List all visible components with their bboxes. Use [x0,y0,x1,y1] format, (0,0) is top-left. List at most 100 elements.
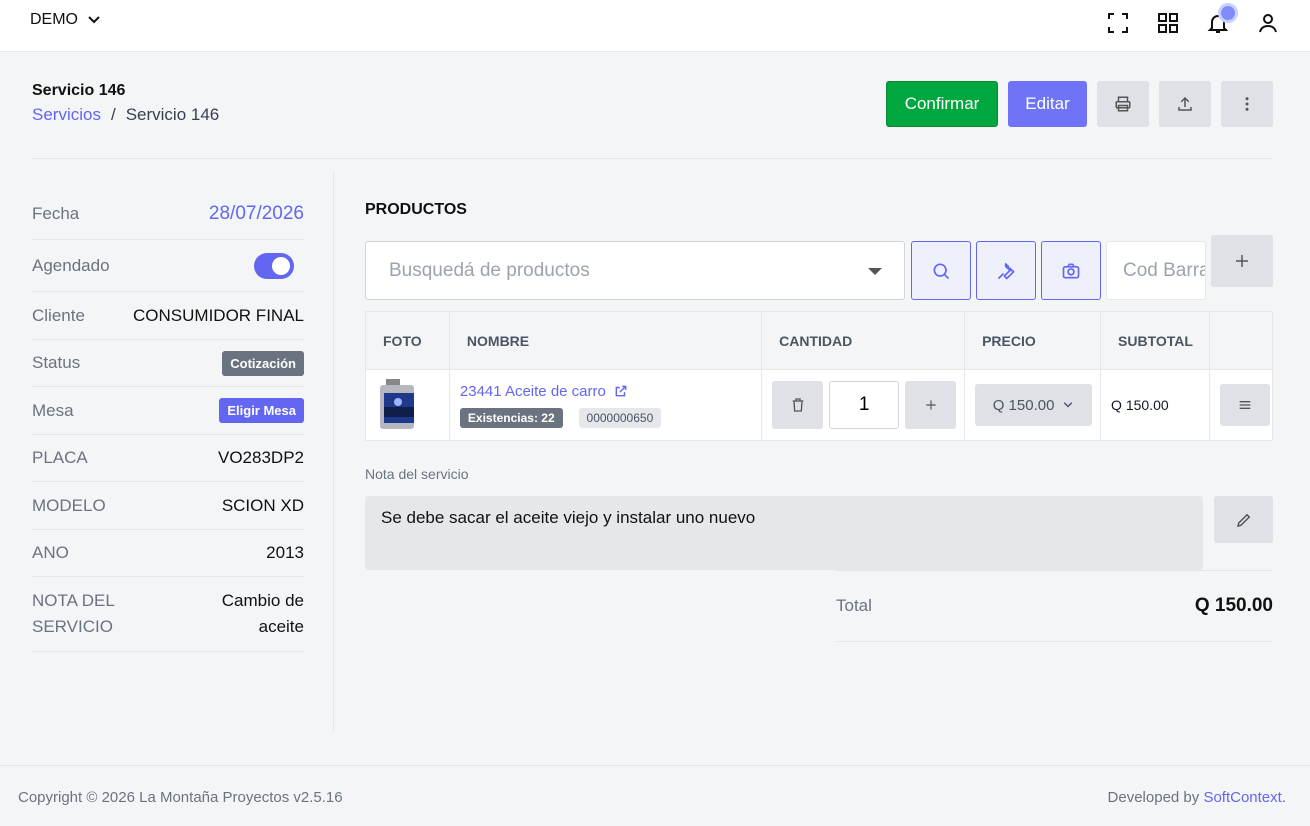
total-value: Q 150.00 [1194,595,1273,616]
detail-label: ANO [32,543,69,562]
breadcrumb-separator: / [110,105,116,124]
column-divider [333,170,334,732]
increase-quantity-button[interactable] [905,381,957,429]
placa-value: VO283DP2 [218,448,304,467]
user-icon[interactable] [1256,11,1280,35]
col-nombre: NOMBRE [448,311,763,370]
footer: Copyright © 2026 La Montaña Proyectos v2… [0,765,1310,826]
detail-placa: PLACA VO283DP2 [32,435,304,482]
detail-label: Mesa [32,400,74,420]
quantity-stepper [772,381,964,429]
header-actions: Confirmar Editar [886,81,1273,127]
detail-agendado: Agendado [32,240,304,292]
col-actions [1208,311,1274,370]
col-foto: FOTO [365,311,450,370]
barcode-input[interactable] [1106,241,1206,300]
product-name-cell: 23441 Aceite de carro Existencias: 22 00… [448,369,763,441]
total-label: Total [836,596,872,615]
col-cantidad: CANTIDAD [761,311,966,370]
row-actions-cell [1208,369,1274,441]
detail-modelo: MODELO SCION XD [32,482,304,530]
camera-icon [1062,263,1080,278]
detail-fecha: Fecha 28/07/2026 [32,188,304,240]
more-options-button[interactable] [1221,81,1273,127]
notification-dot [1218,3,1238,23]
detail-label: NOTA DEL SERVICIO [32,591,115,636]
col-subtotal: SUBTOTAL [1100,311,1210,370]
service-details: Fecha 28/07/2026 Agendado Cliente CONSUM… [32,188,304,652]
detail-nota: NOTA DEL SERVICIO Cambio de aceite [32,577,304,652]
service-tool-button[interactable] [976,241,1036,300]
products-title: PRODUCTOS [365,201,467,218]
breadcrumb-servicios[interactable]: Servicios [32,105,101,125]
product-photo [380,378,414,429]
printer-icon [1115,96,1131,112]
developed-prefix: Developed by [1107,789,1200,806]
ano-value: 2013 [266,543,304,562]
remove-product-button[interactable] [772,381,824,429]
row-menu-button[interactable] [1219,384,1270,426]
search-icon [933,263,950,279]
total-row: Total Q 150.00 [836,570,1273,642]
price-select[interactable]: Q 150.00 [975,384,1093,426]
fullscreen-icon[interactable] [1106,11,1130,35]
quantity-cell [761,369,966,441]
trash-icon [792,398,803,412]
service-note-text: Se debe sacar el aceite viejo y instalar… [365,496,1203,570]
product-name: 23441 Aceite de carro [459,382,606,400]
bell-icon[interactable] [1206,3,1238,35]
upload-button[interactable] [1159,81,1211,127]
page-content: Servicio 146 Servicios / Servicio 146 Co… [0,52,1310,765]
stock-badge: Existencias: 22 [459,407,563,428]
breadcrumb-current: Servicio 146 [125,105,220,124]
developed-by: Developed by SoftContext. [1108,789,1286,806]
header-divider [32,158,1273,159]
search-button[interactable] [911,241,971,300]
subtotal-cell: Q 150.00 [1100,369,1210,441]
modelo-value: SCION XD [221,495,304,515]
pencil-icon [1236,513,1250,527]
detail-label: Fecha [32,203,80,223]
date-value[interactable]: 28/07/2026 [209,203,304,225]
chevron-down-icon [1064,402,1073,408]
choose-table-button[interactable]: Eligir Mesa [219,398,304,423]
detail-mesa: Mesa Eligir Mesa [32,387,304,435]
print-button[interactable] [1097,81,1149,127]
product-search-select[interactable]: Busquedá de productos [365,241,905,300]
company-selector[interactable]: DEMO [30,11,102,29]
product-link[interactable]: 23441 Aceite de carro [460,383,628,400]
quantity-input[interactable] [829,381,900,429]
detail-label: Status [32,353,81,372]
detail-label: MODELO [32,495,106,515]
table-row: 23441 Aceite de carro Existencias: 22 00… [365,369,1274,441]
status-badge: Cotización [222,350,304,376]
menu-icon [1239,401,1251,409]
developer-link[interactable]: SoftContext [1203,789,1281,806]
copyright-text: Copyright © 2026 La Montaña Proyectos v2… [18,789,343,806]
external-link-icon [615,385,627,397]
agendado-toggle[interactable] [254,252,294,279]
product-photo-cell [365,369,450,441]
detail-ano: ANO 2013 [32,530,304,577]
detail-label: PLACA [32,448,88,467]
company-name: DEMO [30,11,78,28]
upload-icon [1178,96,1192,111]
edit-note-button[interactable] [1214,496,1273,543]
table-header-row: FOTO NOMBRE CANTIDAD PRECIO SUBTOTAL [365,311,1274,370]
caret-down-icon [868,268,882,275]
search-placeholder: Busquedá de productos [389,259,590,281]
detail-label: Agendado [32,255,110,275]
confirm-button[interactable]: Confirmar [886,81,998,127]
cliente-value: CONSUMIDOR FINAL [133,305,304,325]
nota-value: Cambio de aceite [221,591,304,636]
detail-label: Cliente [32,305,85,325]
detail-status: Status Cotización [32,340,304,387]
apps-grid-icon[interactable] [1156,11,1180,35]
more-vertical-icon [1245,97,1249,111]
camera-scan-button[interactable] [1041,241,1101,300]
add-product-button[interactable] [1211,235,1273,287]
plus-icon [925,400,936,410]
wrench-icon [997,262,1015,280]
breadcrumb: Servicios / Servicio 146 [32,105,219,125]
edit-button[interactable]: Editar [1008,81,1087,127]
